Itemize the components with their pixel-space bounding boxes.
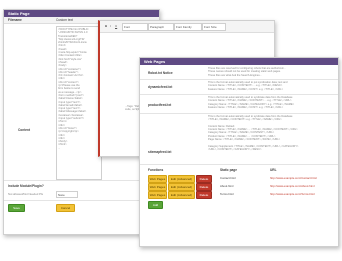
- web-pages-title: Web Pages: [140, 58, 338, 65]
- functions-label: Functions: [148, 168, 164, 172]
- module-select[interactable]: None: [56, 191, 78, 198]
- content-label: Content: [18, 128, 31, 132]
- font-size-select[interactable]: Font Size: [202, 23, 226, 31]
- module-select-value: None: [58, 192, 65, 197]
- url-column-header: URL: [270, 168, 277, 172]
- delete-button[interactable]: Delete: [196, 191, 212, 199]
- row-divider: [140, 164, 338, 165]
- paragraph-select-value: Paragraph: [150, 25, 165, 29]
- editor-toolbar: B I U Font Paragraph Font Family Font Si…: [100, 21, 274, 33]
- delete-button[interactable]: Delete: [196, 183, 212, 191]
- robots-notice-label: Robot.txt Notice: [148, 71, 173, 75]
- custom-text-column-header: Custom text: [56, 18, 74, 22]
- delete-button[interactable]: Delete: [196, 175, 212, 183]
- include-module-sublabel: Not allowed/Not Needed Pls: [8, 192, 43, 196]
- underline-button[interactable]: U: [115, 24, 117, 28]
- font-family-select-value: Font Family: [176, 25, 192, 29]
- web-pages-button[interactable]: Web Pages: [148, 175, 167, 183]
- sitemapfeed-label: sitemapfeed.txt: [148, 150, 172, 154]
- bold-button[interactable]: B: [105, 24, 107, 28]
- web-pages-window: Web Pages Robot.txt Notice These files a…: [139, 57, 339, 247]
- static-page-column-header: Static page: [220, 168, 238, 172]
- row-divider: [140, 94, 338, 95]
- content-textarea[interactable]: <!DOCTYPE html PUBLIC "-//W3C//DTD XHTML…: [56, 26, 102, 180]
- filename-column-header: Filename: [8, 18, 22, 22]
- sitemapfeed-text: This is the format automatically used to…: [208, 115, 299, 151]
- edit-advanced-button[interactable]: Edit (Advanced): [168, 183, 195, 191]
- paragraph-select[interactable]: Paragraph: [148, 23, 174, 31]
- edit-advanced-button[interactable]: Edit (Advanced): [168, 175, 195, 183]
- content-text: <!DOCTYPE html PUBLIC "-//W3C//DTD XHTML…: [58, 28, 89, 150]
- save-button[interactable]: Save: [8, 204, 25, 212]
- add-button[interactable]: Add: [148, 201, 163, 209]
- row-divider: [140, 79, 338, 80]
- robots-notice-text: These files are reserved for configuring…: [208, 67, 286, 77]
- include-module-label: Include Module/Plugin?: [8, 184, 44, 188]
- static-page-name: Contact.html: [220, 176, 236, 180]
- static-page-url[interactable]: http://www.example.com/Terms.html: [270, 192, 315, 196]
- font-select[interactable]: Font: [122, 23, 148, 31]
- static-page-url[interactable]: http://www.example.com/About.html: [270, 184, 314, 188]
- dynamicfeed-label: dynamicfeed.txt: [148, 85, 173, 89]
- static-page-name: About.html: [220, 184, 234, 188]
- divider: [4, 180, 159, 181]
- font-size-select-value: Font Size: [204, 25, 217, 29]
- edit-advanced-button[interactable]: Edit (Advanced): [168, 191, 195, 199]
- font-select-value: Font: [124, 25, 131, 29]
- divider-2: [4, 200, 159, 201]
- web-pages-button[interactable]: Web Pages: [148, 183, 167, 191]
- dynamicfeed-text: This is the format automatically used to…: [208, 81, 288, 91]
- productfeed-text: This is the format automatically used to…: [208, 96, 295, 109]
- row-divider: [140, 113, 338, 114]
- static-page-title: Static Page: [4, 10, 159, 17]
- static-page-url[interactable]: http://www.example.com/Contact.html: [270, 176, 317, 180]
- italic-button[interactable]: I: [110, 24, 111, 28]
- web-pages-button[interactable]: Web Pages: [148, 191, 167, 199]
- font-family-select[interactable]: Font Family: [174, 23, 202, 31]
- cancel-button[interactable]: Cancel: [56, 204, 75, 212]
- static-page-name: Terms.html: [220, 192, 234, 196]
- productfeed-label: productfeed.txt: [148, 103, 172, 107]
